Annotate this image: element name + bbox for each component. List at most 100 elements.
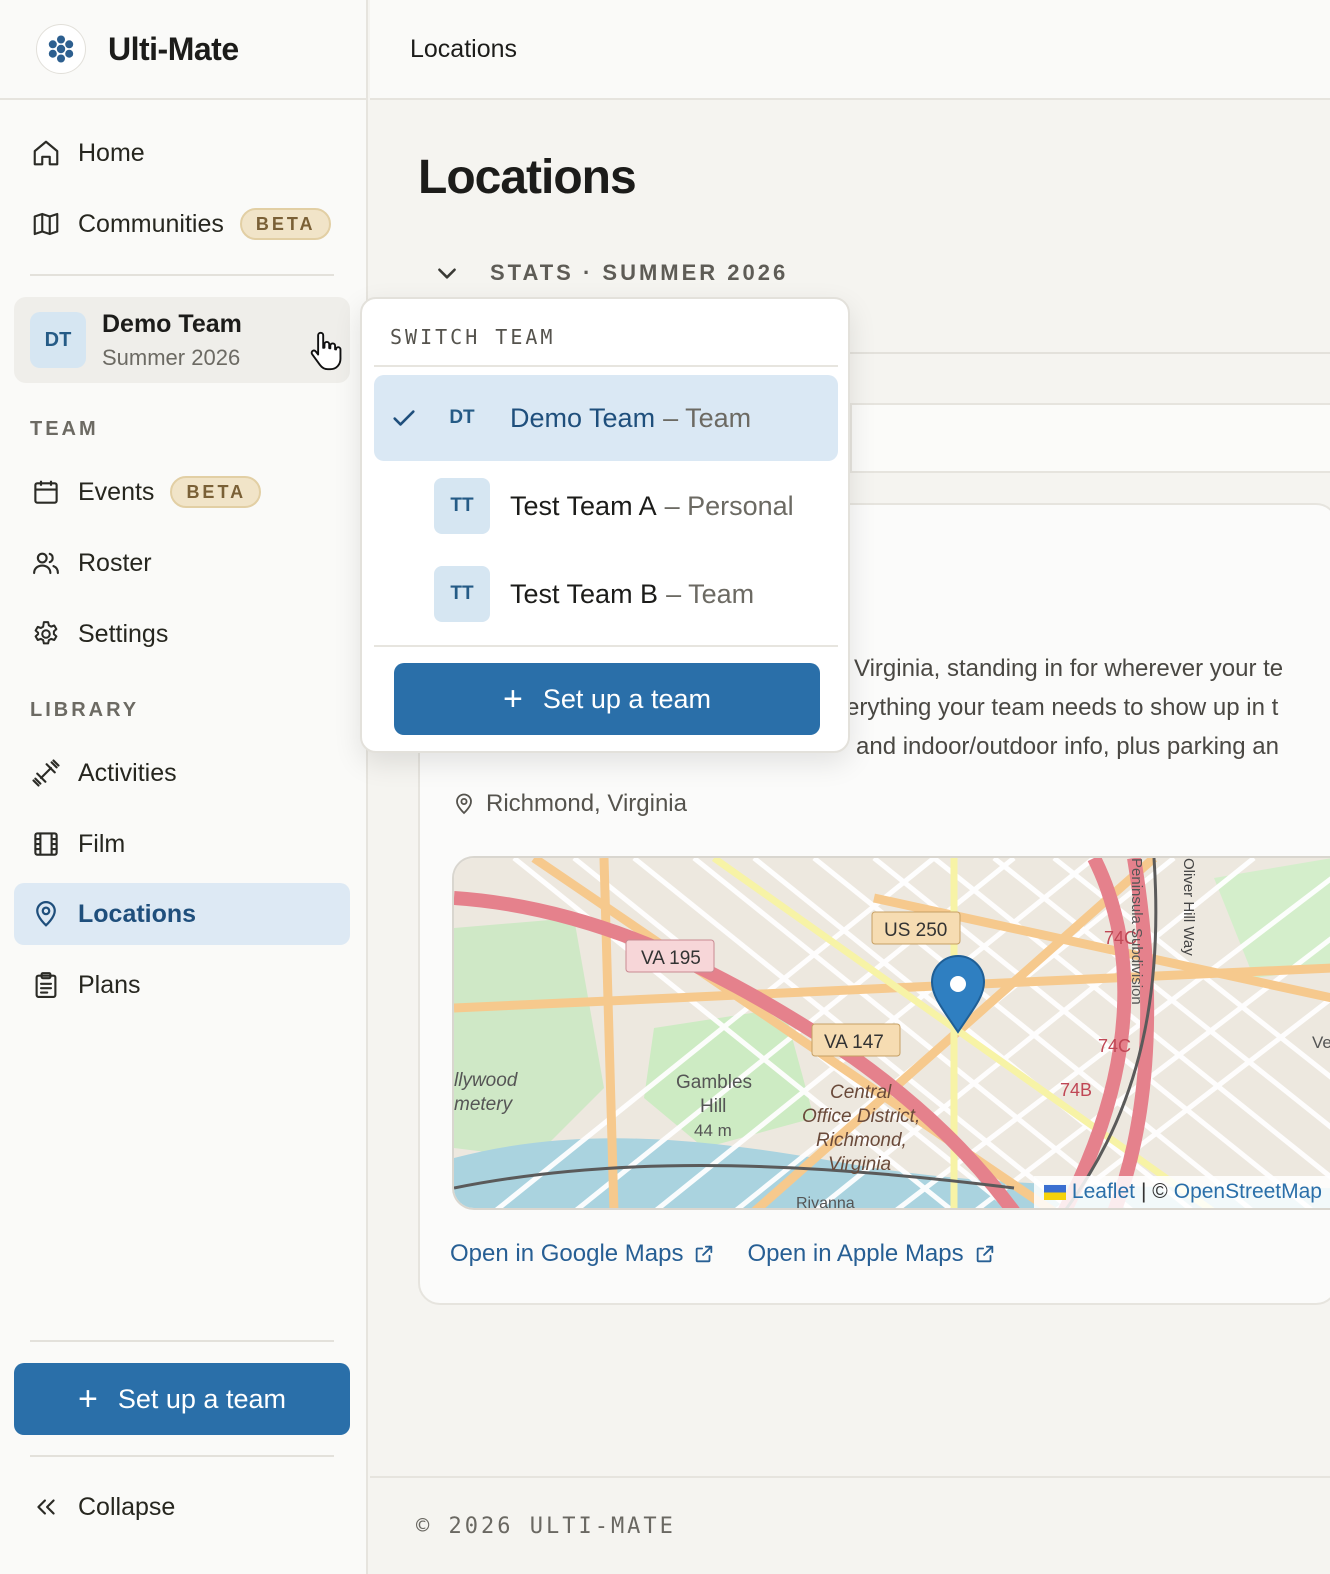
collapse-label: Collapse — [78, 1492, 176, 1521]
plus-icon: + — [503, 680, 523, 718]
setup-team-button[interactable]: + Set up a team — [14, 1363, 350, 1435]
team-option-name: Test Team A — [510, 490, 657, 521]
map-label: llywood — [454, 1070, 519, 1091]
team-name: Demo Team — [102, 309, 242, 338]
collapse-button[interactable]: Collapse — [14, 1476, 350, 1538]
topbar: Locations — [370, 0, 1330, 100]
chevrons-left-icon — [30, 1491, 62, 1523]
sidebar-item-label: Events — [78, 477, 155, 506]
sidebar-item-label: Locations — [78, 899, 197, 928]
sidebar-item-roster[interactable]: Roster — [14, 532, 350, 594]
map-label: Ve — [1312, 1033, 1330, 1052]
menu-setup-team-button[interactable]: + Set up a team — [394, 663, 820, 735]
map-label: VA 195 — [641, 948, 701, 969]
sidebar-item-communities[interactable]: Communities BETA — [14, 193, 350, 255]
check-icon — [374, 404, 434, 432]
map-label: Peninsula Subdivision — [1128, 858, 1145, 1005]
map-label: Gambles — [676, 1072, 752, 1093]
brand[interactable]: Ulti-Mate — [0, 0, 366, 100]
divider — [30, 274, 334, 276]
map-label: Richmond, — [816, 1130, 907, 1151]
map-label: VA 147 — [824, 1032, 884, 1053]
map-label: Hill — [700, 1096, 726, 1117]
page-title: Locations — [418, 151, 637, 204]
footer: © 2026 ULTI-MATE — [370, 1476, 1330, 1574]
attribution-sep: | © — [1140, 1180, 1168, 1203]
sidebar-item-locations[interactable]: Locations — [14, 883, 350, 945]
beta-badge: BETA — [239, 208, 331, 240]
location-address: Richmond, Virginia — [452, 790, 687, 818]
map-label: 44 m — [694, 1121, 732, 1140]
team-option-demo-team[interactable]: DT Demo Team – Team — [374, 375, 838, 461]
apple-maps-link[interactable]: Open in Apple Maps — [747, 1240, 995, 1268]
stats-toggle[interactable]: STATS · SUMMER 2026 — [434, 260, 788, 286]
map-label: Rivanna — [796, 1195, 855, 1210]
map-label: US 250 — [884, 920, 947, 941]
external-link-icon — [696, 1245, 713, 1263]
team-option-kind: – Team — [666, 578, 755, 609]
section-label-library: LIBRARY — [30, 699, 140, 721]
home-icon — [30, 137, 62, 169]
team-option-kind: – Personal — [664, 490, 794, 521]
film-icon — [30, 828, 62, 860]
copyright: © 2026 ULTI-MATE — [416, 1513, 676, 1539]
sidebar-item-label: Home — [78, 138, 145, 167]
divider — [30, 1455, 334, 1457]
section-label-team: TEAM — [30, 418, 99, 440]
location-name: Richmond, Virginia — [486, 790, 687, 817]
divider — [374, 365, 838, 367]
beta-badge: BETA — [170, 476, 262, 508]
osm-link[interactable]: OpenStreetMap — [1174, 1180, 1322, 1204]
map-label: Oliver Hill Way — [1180, 858, 1197, 956]
sidebar-item-settings[interactable]: Settings — [14, 603, 350, 665]
stats-panel — [850, 403, 1330, 473]
map-label: Virginia — [828, 1154, 891, 1175]
map-attribution: Leaflet | © OpenStreetMap — [1033, 1176, 1330, 1208]
sidebar-item-activities[interactable]: Activities — [14, 742, 350, 804]
map-label: Central — [830, 1082, 892, 1103]
team-switcher[interactable]: DT Demo Team Summer 2026 — [14, 297, 350, 383]
sidebar-item-label: Film — [78, 829, 126, 858]
sidebar-item-label: Communities — [78, 209, 224, 238]
map-label: 74B — [1060, 1080, 1092, 1100]
app-name: Ulti-Mate — [108, 30, 239, 67]
map-icon — [30, 208, 62, 240]
setup-team-label: Set up a team — [117, 1383, 286, 1414]
map-label: metery — [454, 1094, 514, 1115]
team-avatar: TT — [434, 478, 490, 534]
divider — [374, 645, 838, 647]
sidebar-item-label: Settings — [78, 619, 169, 648]
sidebar-item-plans[interactable]: Plans — [14, 954, 350, 1016]
sidebar-item-events[interactable]: Events BETA — [14, 461, 350, 523]
team-avatar: DT — [30, 312, 86, 368]
sidebar-item-label: Roster — [78, 548, 152, 577]
hand-cursor-icon — [308, 328, 346, 379]
team-switch-menu: SWITCH TEAM DT Demo Team – Team TT Test … — [360, 297, 850, 753]
menu-setup-team-label: Set up a team — [542, 683, 711, 714]
team-option-test-team-b[interactable]: TT Test Team B – Team — [374, 551, 838, 637]
map-links: Open in Google Maps Open in Apple Maps — [450, 1240, 1028, 1268]
stats-label: STATS · SUMMER 2026 — [490, 260, 789, 285]
sidebar-item-home[interactable]: Home — [14, 122, 350, 184]
team-option-test-team-a[interactable]: TT Test Team A – Personal — [374, 463, 838, 549]
google-maps-label: Open in Google Maps — [450, 1240, 684, 1267]
flag-icon — [1043, 1184, 1066, 1200]
map-view[interactable]: VA 195 US 250 VA 147 74C 74C 74B Gambles… — [452, 856, 1330, 1210]
leaflet-link[interactable]: Leaflet — [1072, 1180, 1135, 1204]
calendar-icon — [30, 476, 62, 508]
map-label: Office District, — [802, 1106, 920, 1127]
map-pin-icon — [456, 793, 472, 815]
sidebar-item-label: Plans — [78, 970, 141, 999]
breadcrumb: Locations — [410, 34, 518, 63]
map-label: 74C — [1098, 1036, 1131, 1056]
logo-icon — [36, 24, 86, 74]
gear-icon — [30, 618, 62, 650]
team-option-name: Demo Team — [510, 402, 656, 433]
clipboard-icon — [30, 969, 62, 1001]
sidebar-item-film[interactable]: Film — [14, 813, 350, 875]
users-icon — [30, 547, 62, 579]
team-season: Summer 2026 — [102, 344, 241, 370]
team-avatar: DT — [449, 407, 475, 428]
google-maps-link[interactable]: Open in Google Maps — [450, 1240, 715, 1268]
sidebar: Ulti-Mate Home Communities BETA DT Demo … — [0, 0, 368, 1574]
